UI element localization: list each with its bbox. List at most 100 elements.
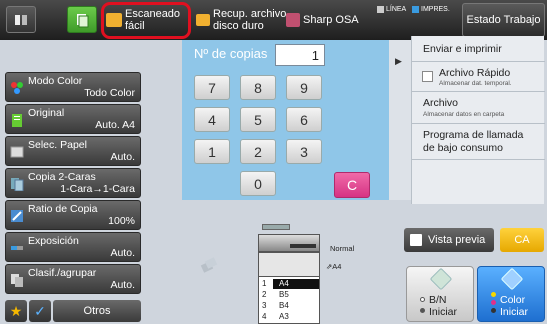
- setting-name: Selec. Papel: [28, 139, 87, 151]
- setting-value: Todo Color: [84, 87, 135, 99]
- favorites-button[interactable]: ★: [5, 300, 27, 322]
- easy-copy-button[interactable]: [67, 6, 97, 33]
- setting-name: Original: [28, 107, 65, 119]
- paper-trays: 1 A4 2 B5 3 B4 4 A3: [258, 276, 320, 324]
- archivo-label: Archivo: [423, 97, 459, 109]
- sort-icon: [11, 274, 23, 287]
- tray-size: A3: [279, 312, 289, 321]
- setting-exposicion[interactable]: Exposición Auto.: [5, 232, 141, 262]
- right-panel: Enviar e imprimir Archivo Rápido Almacen…: [411, 36, 545, 204]
- check-icon: ✓: [34, 302, 46, 319]
- archivo-item[interactable]: Archivo Almacenar datos en carpeta: [412, 92, 545, 124]
- tray-number: 3: [262, 301, 267, 310]
- archivo-rapido-sub: Almacenar dat. temporal.: [439, 80, 512, 87]
- color-mode-icon: [11, 82, 23, 94]
- printer-illustration: 1 A4 2 B5 3 B4 4 A3: [258, 224, 320, 324]
- setting-selec-papel[interactable]: Selec. Papel Auto.: [5, 136, 141, 166]
- copies-field[interactable]: 1: [275, 44, 325, 66]
- setting-clasif-agrupar[interactable]: Clasif./agrupar Auto.: [5, 264, 141, 294]
- tray-1[interactable]: 1 A4: [259, 279, 319, 289]
- setting-name: Exposición: [28, 235, 79, 247]
- setting-value: Auto.: [110, 279, 135, 291]
- key-9[interactable]: 9: [286, 75, 322, 100]
- paper-select-icon: [10, 146, 24, 158]
- key-8[interactable]: 8: [240, 75, 276, 100]
- recup-label: Recup. archivo disco duro: [213, 8, 287, 32]
- start-diamond-icon: [429, 267, 453, 291]
- scanner-unit: [258, 234, 320, 252]
- key-6[interactable]: 6: [286, 107, 322, 132]
- tray-4[interactable]: 4 A3: [259, 312, 319, 322]
- ca-button[interactable]: CA: [500, 228, 544, 252]
- bn-start-button[interactable]: B/N Iniciar: [406, 266, 474, 322]
- preview-icon: [410, 234, 422, 246]
- document-feeder: [262, 224, 290, 230]
- linea-indicator: LÍNEA: [377, 6, 406, 13]
- setting-modo-color[interactable]: Modo Color Todo Color: [5, 72, 141, 102]
- duplex-icon: [11, 178, 24, 191]
- start-diamond-icon: [500, 267, 524, 291]
- ratio-icon: [11, 210, 23, 222]
- sharp-osa-button[interactable]: Sharp OSA: [286, 3, 359, 37]
- bn-start-label: B/N Iniciar: [429, 294, 458, 318]
- key-5[interactable]: 5: [240, 107, 276, 132]
- expand-arrow-icon: ▶: [395, 56, 402, 66]
- otros-button[interactable]: Otros: [53, 300, 141, 322]
- tray-number: 4: [262, 312, 267, 321]
- recup-archivo-button[interactable]: Recup. archivo disco duro: [196, 3, 289, 37]
- setting-copia-2-caras[interactable]: Copia 2-Caras 1-Cara→1-Cara: [5, 168, 141, 198]
- color-start-label: Color Iniciar: [500, 294, 529, 318]
- setting-ratio-copia[interactable]: Ratio de Copia 100%: [5, 200, 141, 230]
- impres-lamp-icon: [412, 6, 419, 13]
- impres-indicator: IMPRES.: [412, 6, 450, 13]
- tray-2[interactable]: 2 B5: [259, 290, 319, 300]
- confirm-button[interactable]: ✓: [29, 300, 51, 322]
- setting-name: Clasif./agrupar: [28, 267, 97, 279]
- clear-key[interactable]: C: [334, 172, 370, 198]
- scan-document-icon: [200, 257, 218, 273]
- folder-icon: [196, 14, 210, 26]
- copies-label: Nº de copias: [194, 46, 268, 61]
- bypass-tray-label: ⇗A4: [326, 262, 341, 271]
- bypass-size: A4: [332, 262, 342, 271]
- setting-name: Copia 2-Caras: [28, 171, 96, 183]
- right-panel-toggle[interactable]: ▶: [389, 40, 411, 200]
- key-4[interactable]: 4: [194, 107, 230, 132]
- vista-previa-button[interactable]: Vista previa: [404, 228, 494, 252]
- copies-keypad: Nº de copias 1 7 8 9 4 5 6 1 2 3 0 C: [182, 40, 389, 200]
- color-start-button[interactable]: Color Iniciar: [477, 266, 545, 322]
- tray-size: B5: [279, 290, 289, 299]
- tray-size: B4: [279, 301, 289, 310]
- setting-value: Auto. A4: [95, 119, 135, 131]
- output-tray: [290, 244, 316, 248]
- archivo-rapido-checkbox[interactable]: [422, 71, 433, 82]
- enviar-imprimir-item[interactable]: Enviar e imprimir: [412, 36, 545, 62]
- setting-value: 1-Cara→1-Cara: [60, 183, 135, 195]
- color-dot-icon: [491, 292, 496, 297]
- color-dot-icon: [491, 308, 496, 313]
- archivo-rapido-item[interactable]: Archivo Rápido Almacenar dat. temporal.: [412, 62, 545, 92]
- setting-name: Modo Color: [28, 75, 83, 87]
- setting-original[interactable]: Original Auto. A4: [5, 104, 141, 134]
- setting-value: Auto.: [110, 247, 135, 259]
- key-1[interactable]: 1: [194, 139, 230, 164]
- highlight-box: [101, 2, 191, 39]
- tray-3[interactable]: 3 B4: [259, 301, 319, 311]
- key-7[interactable]: 7: [194, 75, 230, 100]
- setting-value: Auto.: [110, 151, 135, 163]
- linea-label: LÍNEA: [386, 6, 407, 13]
- tray-size: A4: [273, 279, 319, 289]
- programa-bajo-consumo-item[interactable]: Programa de llamada de bajo consumo: [412, 124, 545, 160]
- output-tray-label: Normal: [330, 244, 355, 253]
- setting-name: Ratio de Copia: [28, 203, 98, 215]
- top-bar: Escaneado fácil Recup. archivo disco dur…: [0, 0, 547, 40]
- key-0[interactable]: 0: [240, 171, 276, 196]
- key-2[interactable]: 2: [240, 139, 276, 164]
- tray-number: 1: [262, 279, 267, 288]
- key-3[interactable]: 3: [286, 139, 322, 164]
- color-dot-icon: [491, 300, 496, 305]
- bn-dot-icon: [420, 308, 425, 313]
- home-button[interactable]: [6, 6, 36, 33]
- star-icon: ★: [9, 302, 23, 319]
- estado-trabajo-button[interactable]: Estado Trabajo: [462, 3, 545, 37]
